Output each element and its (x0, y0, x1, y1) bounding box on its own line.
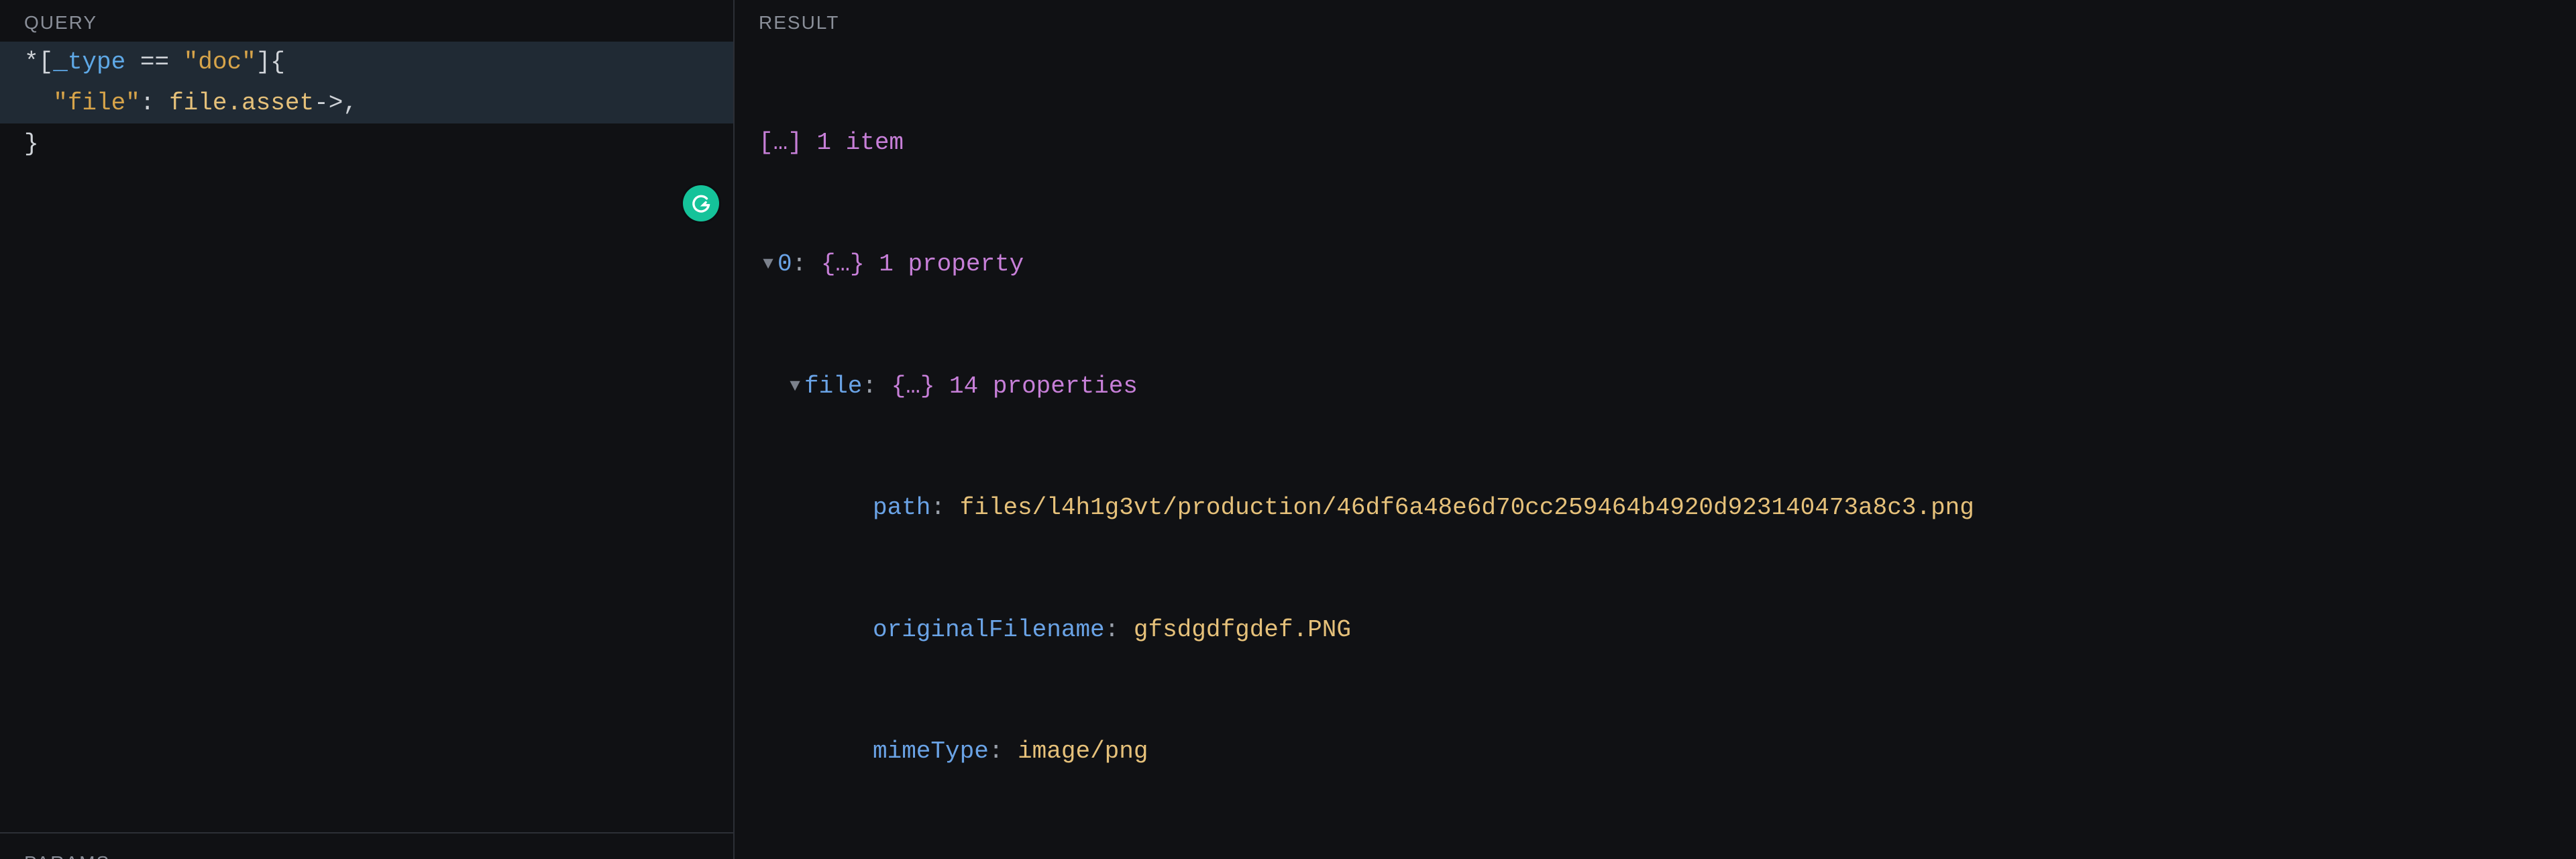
v-path: files/l4h1g3vt/production/46df6a48e6d70c… (960, 494, 1974, 521)
q1-eq: == (125, 48, 183, 76)
query-header: QUERY (0, 0, 733, 39)
result-pane: RESULT […] 1 item ▼0: {…} 1 property ▼fi… (735, 0, 2576, 859)
q1-rb: ]{ (256, 48, 285, 76)
result-file[interactable]: ▼file: {…} 14 properties (759, 366, 2552, 407)
result-tree[interactable]: […] 1 item ▼0: {…} 1 property ▼file: {…}… (735, 39, 2576, 859)
file-label: file (804, 372, 862, 400)
q1-star: * (24, 48, 39, 76)
query-pane: QUERY *[_type == "doc"]{ "file": file.as… (0, 0, 735, 859)
app-root: QUERY *[_type == "doc"]{ "file": file.as… (0, 0, 2576, 859)
q1-lb: [ (39, 48, 54, 76)
query-line-3[interactable]: } (0, 123, 733, 164)
query-editor[interactable]: *[_type == "doc"]{ "file": file.asset->,… (0, 39, 733, 832)
params-header: PARAMS (0, 832, 733, 859)
prop-url[interactable]: url: https://cdn.sanity.io/files/l4h1g3v… (759, 853, 2552, 859)
q2-key: "file" (53, 89, 140, 117)
q2-arrow: ->, (314, 89, 358, 117)
q2-colon: : (140, 89, 169, 117)
result-header: RESULT (735, 0, 2576, 39)
k-originalFilename: originalFilename (873, 616, 1105, 644)
query-line-2[interactable]: "file": file.asset->, (0, 83, 733, 123)
k-mimeType: mimeType (873, 738, 989, 765)
k-path: path (873, 494, 930, 521)
idx-0: 0 (777, 250, 792, 278)
query-line-1[interactable]: *[_type == "doc"]{ (0, 42, 733, 83)
v-mimeType: image/png (1018, 738, 1148, 765)
result-root[interactable]: […] 1 item (759, 123, 2552, 163)
prop-mimeType[interactable]: mimeType: image/png (759, 731, 2552, 772)
prop-path[interactable]: path: files/l4h1g3vt/production/46df6a48… (759, 488, 2552, 528)
q1-str: "doc" (184, 48, 256, 76)
item0-summary: {…} 1 property (821, 250, 1024, 278)
prop-originalFilename[interactable]: originalFilename: gfsdgdfgdef.PNG (759, 610, 2552, 650)
q2-indent (24, 89, 53, 117)
result-item-0[interactable]: ▼0: {…} 1 property (759, 244, 2552, 285)
params-header-label: PARAMS (24, 852, 110, 859)
file-summary: {…} 14 properties (892, 372, 1138, 400)
q1-type: _type (53, 48, 125, 76)
grammarly-icon[interactable] (683, 185, 719, 221)
q2-ref: file.asset (169, 89, 314, 117)
v-originalFilename: gfsdgdfgdef.PNG (1134, 616, 1351, 644)
caret-icon[interactable]: ▼ (786, 372, 804, 401)
caret-icon[interactable]: ▼ (759, 250, 777, 279)
root-summary: […] 1 item (759, 129, 904, 156)
q3-close: } (24, 130, 39, 158)
